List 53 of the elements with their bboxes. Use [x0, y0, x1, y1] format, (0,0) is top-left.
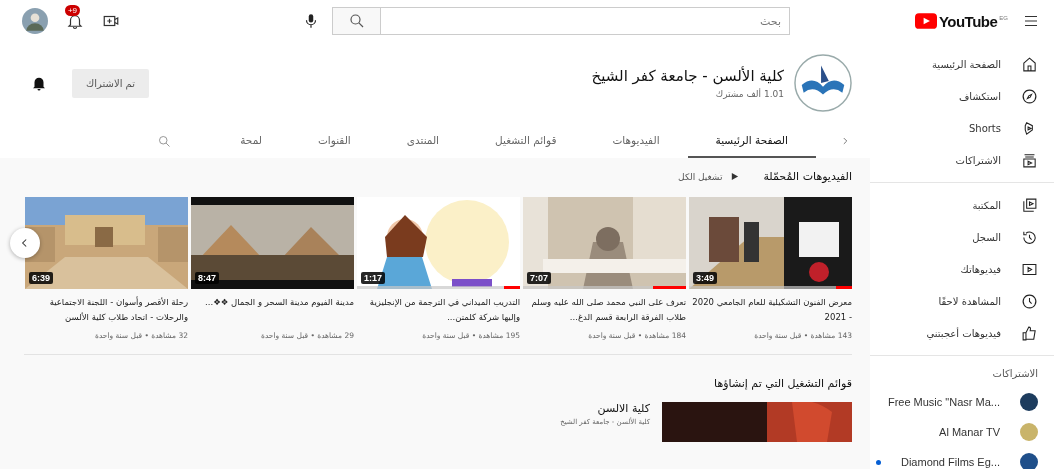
search-field[interactable]: بحث — [380, 7, 790, 35]
subscribed-button[interactable]: تم الاشتراك — [72, 68, 150, 98]
video-title[interactable]: مدينة الفيوم مدينة السحر و الجمال ❖❖... — [191, 295, 354, 325]
history-icon — [1021, 228, 1038, 246]
video-duration: 7:07 — [527, 272, 551, 284]
clock-icon — [1021, 292, 1038, 310]
channel-tab[interactable]: الصفحة الرئيسية — [687, 124, 816, 158]
video-title[interactable]: رحلة الأقصر وأسوان - اللجنة الاجتماعية والرحلات - اتحاد طلاب كلية الألسن — [25, 295, 188, 325]
library-icon — [1021, 196, 1038, 214]
subscription-item[interactable]: Al Manar TV — [870, 417, 1054, 447]
video-title[interactable]: تعرف على النبي محمد صلى الله عليه وسلم طلاب الفرقة الرابعة قسم الدغ... — [523, 295, 686, 325]
sidebar-item[interactable]: فيديوهات أعجبتني — [870, 317, 1054, 349]
sidebar-item[interactable]: المشاهدة لاحقًا — [870, 285, 1054, 317]
channel-tab[interactable]: قوائم التشغيل — [467, 124, 585, 158]
subscriptions-icon — [1021, 151, 1038, 169]
thumbs-up-icon — [1021, 324, 1038, 342]
notification-badge: +9 — [64, 5, 80, 16]
sidebar-item[interactable]: الاشتراكات — [870, 144, 1054, 176]
video-duration: 6:39 — [29, 272, 53, 284]
home-icon — [1021, 55, 1038, 73]
video-duration: 8:47 — [195, 272, 219, 284]
play-all-button[interactable]: تشغيل الكل — [672, 170, 746, 183]
channel-name: كلية الألسن - جامعة كفر الشيخ — [591, 67, 784, 85]
channel-tab[interactable]: الفيديوهات — [584, 124, 688, 158]
play-icon — [730, 172, 740, 181]
search-icon — [347, 12, 366, 30]
section-heading: الاشتراكات — [991, 367, 1039, 381]
play-logo-icon — [914, 13, 937, 29]
playlist-title[interactable]: كلية الالسن — [560, 402, 650, 415]
sidebar-item[interactable]: المكتبة — [870, 189, 1054, 221]
carousel-previous-button[interactable] — [10, 228, 40, 258]
channel-tab[interactable]: لمحة — [212, 124, 290, 158]
channel-tab[interactable]: القنوات — [289, 124, 379, 158]
video-duration: 3:49 — [693, 272, 717, 284]
subscriber-count: 1.01 ألف مشترك — [714, 89, 784, 99]
video-duration: 1:17 — [361, 272, 385, 284]
section-title: قوائم التشغيل التي تم إنشاؤها — [713, 377, 852, 390]
sidebar-item[interactable]: السجل — [870, 221, 1054, 253]
section-title: الفيديوهات المُحمّلة — [763, 170, 852, 183]
subscription-item[interactable]: Diamond Films Eg... — [870, 447, 1054, 469]
sidebar-item[interactable]: الصفحة الرئيسية — [870, 48, 1054, 80]
subscription-item[interactable]: Free Music "Nasr Ma... — [870, 387, 1054, 417]
video-title[interactable]: معرض الفنون التشكيلية للعام الجامعي 2020 - 2021 — [689, 295, 852, 325]
channel-tab[interactable]: المنتدى — [378, 124, 467, 158]
sidebar-item[interactable]: استكشاف — [870, 80, 1054, 112]
compass-icon — [1021, 87, 1038, 105]
avatar-icon[interactable] — [22, 8, 48, 34]
channel-logo-icon — [794, 54, 852, 112]
sidebar-item[interactable]: Shorts — [870, 112, 1054, 144]
sidebar-item[interactable]: فيديوهاتك — [870, 253, 1054, 285]
search-button[interactable] — [332, 7, 380, 35]
video-title[interactable]: التدريب الميداني في الترجمة من الإنجليزية وإليها شركة كلمتن... — [357, 295, 520, 325]
logo-text[interactable]: YouTube — [938, 12, 998, 30]
